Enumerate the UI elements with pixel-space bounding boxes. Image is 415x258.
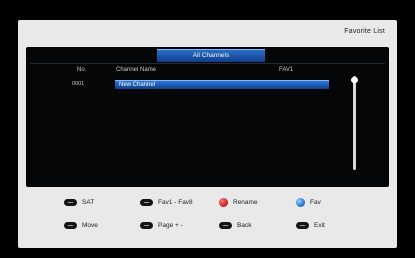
scrollbar-thumb[interactable]: [351, 77, 358, 83]
hint-sat[interactable]: SAT: [64, 199, 94, 206]
channel-list-panel: All Channels No. Channel Name FAV1 0001 …: [26, 47, 389, 187]
hint-fav1-fav8-label: Fav1 - Fav8: [158, 199, 193, 206]
scrollbar[interactable]: [353, 76, 356, 170]
column-header-channel-name: Channel Name: [116, 67, 157, 73]
blue-button-icon: [296, 198, 305, 207]
channel-row-highlight[interactable]: New Channel: [115, 80, 329, 89]
channel-group-tab[interactable]: All Channels: [157, 49, 265, 62]
hint-fav1-fav8[interactable]: Fav1 - Fav8: [140, 199, 193, 206]
tv-screen: Favorite List All Channels No. Channel N…: [0, 0, 415, 258]
channel-number: 0001: [72, 81, 85, 87]
window-title: Favorite List: [344, 28, 385, 35]
remote-button-icon: [140, 199, 153, 206]
hint-fav[interactable]: Fav: [296, 198, 321, 207]
hint-exit[interactable]: Exit: [296, 222, 325, 229]
remote-button-icon: [64, 199, 77, 206]
hint-move-label: Move: [82, 222, 98, 229]
remote-button-icon: [64, 222, 77, 229]
hint-sat-label: SAT: [82, 199, 95, 206]
channel-group-label: All Channels: [192, 52, 230, 59]
hint-rename-label: Rename: [233, 199, 258, 206]
hint-fav-label: Fav: [310, 199, 321, 206]
hint-page[interactable]: Page + -: [140, 222, 183, 229]
channel-row[interactable]: 0001 New Channel: [70, 80, 330, 89]
remote-button-icon: [296, 222, 309, 229]
hint-back-label: Back: [237, 222, 252, 229]
hint-rename[interactable]: Rename: [219, 198, 258, 207]
hint-exit-label: Exit: [314, 222, 325, 229]
column-header-fav: FAV1: [279, 67, 294, 73]
hint-move[interactable]: Move: [64, 222, 98, 229]
panel-divider: [30, 63, 385, 64]
channel-name: New Channel: [119, 82, 156, 88]
hint-page-label: Page + -: [158, 222, 183, 229]
hint-back[interactable]: Back: [219, 222, 251, 229]
remote-button-icon: [140, 222, 153, 229]
column-header-no: No.: [77, 67, 87, 73]
remote-button-icon: [219, 222, 232, 229]
red-button-icon: [219, 198, 228, 207]
